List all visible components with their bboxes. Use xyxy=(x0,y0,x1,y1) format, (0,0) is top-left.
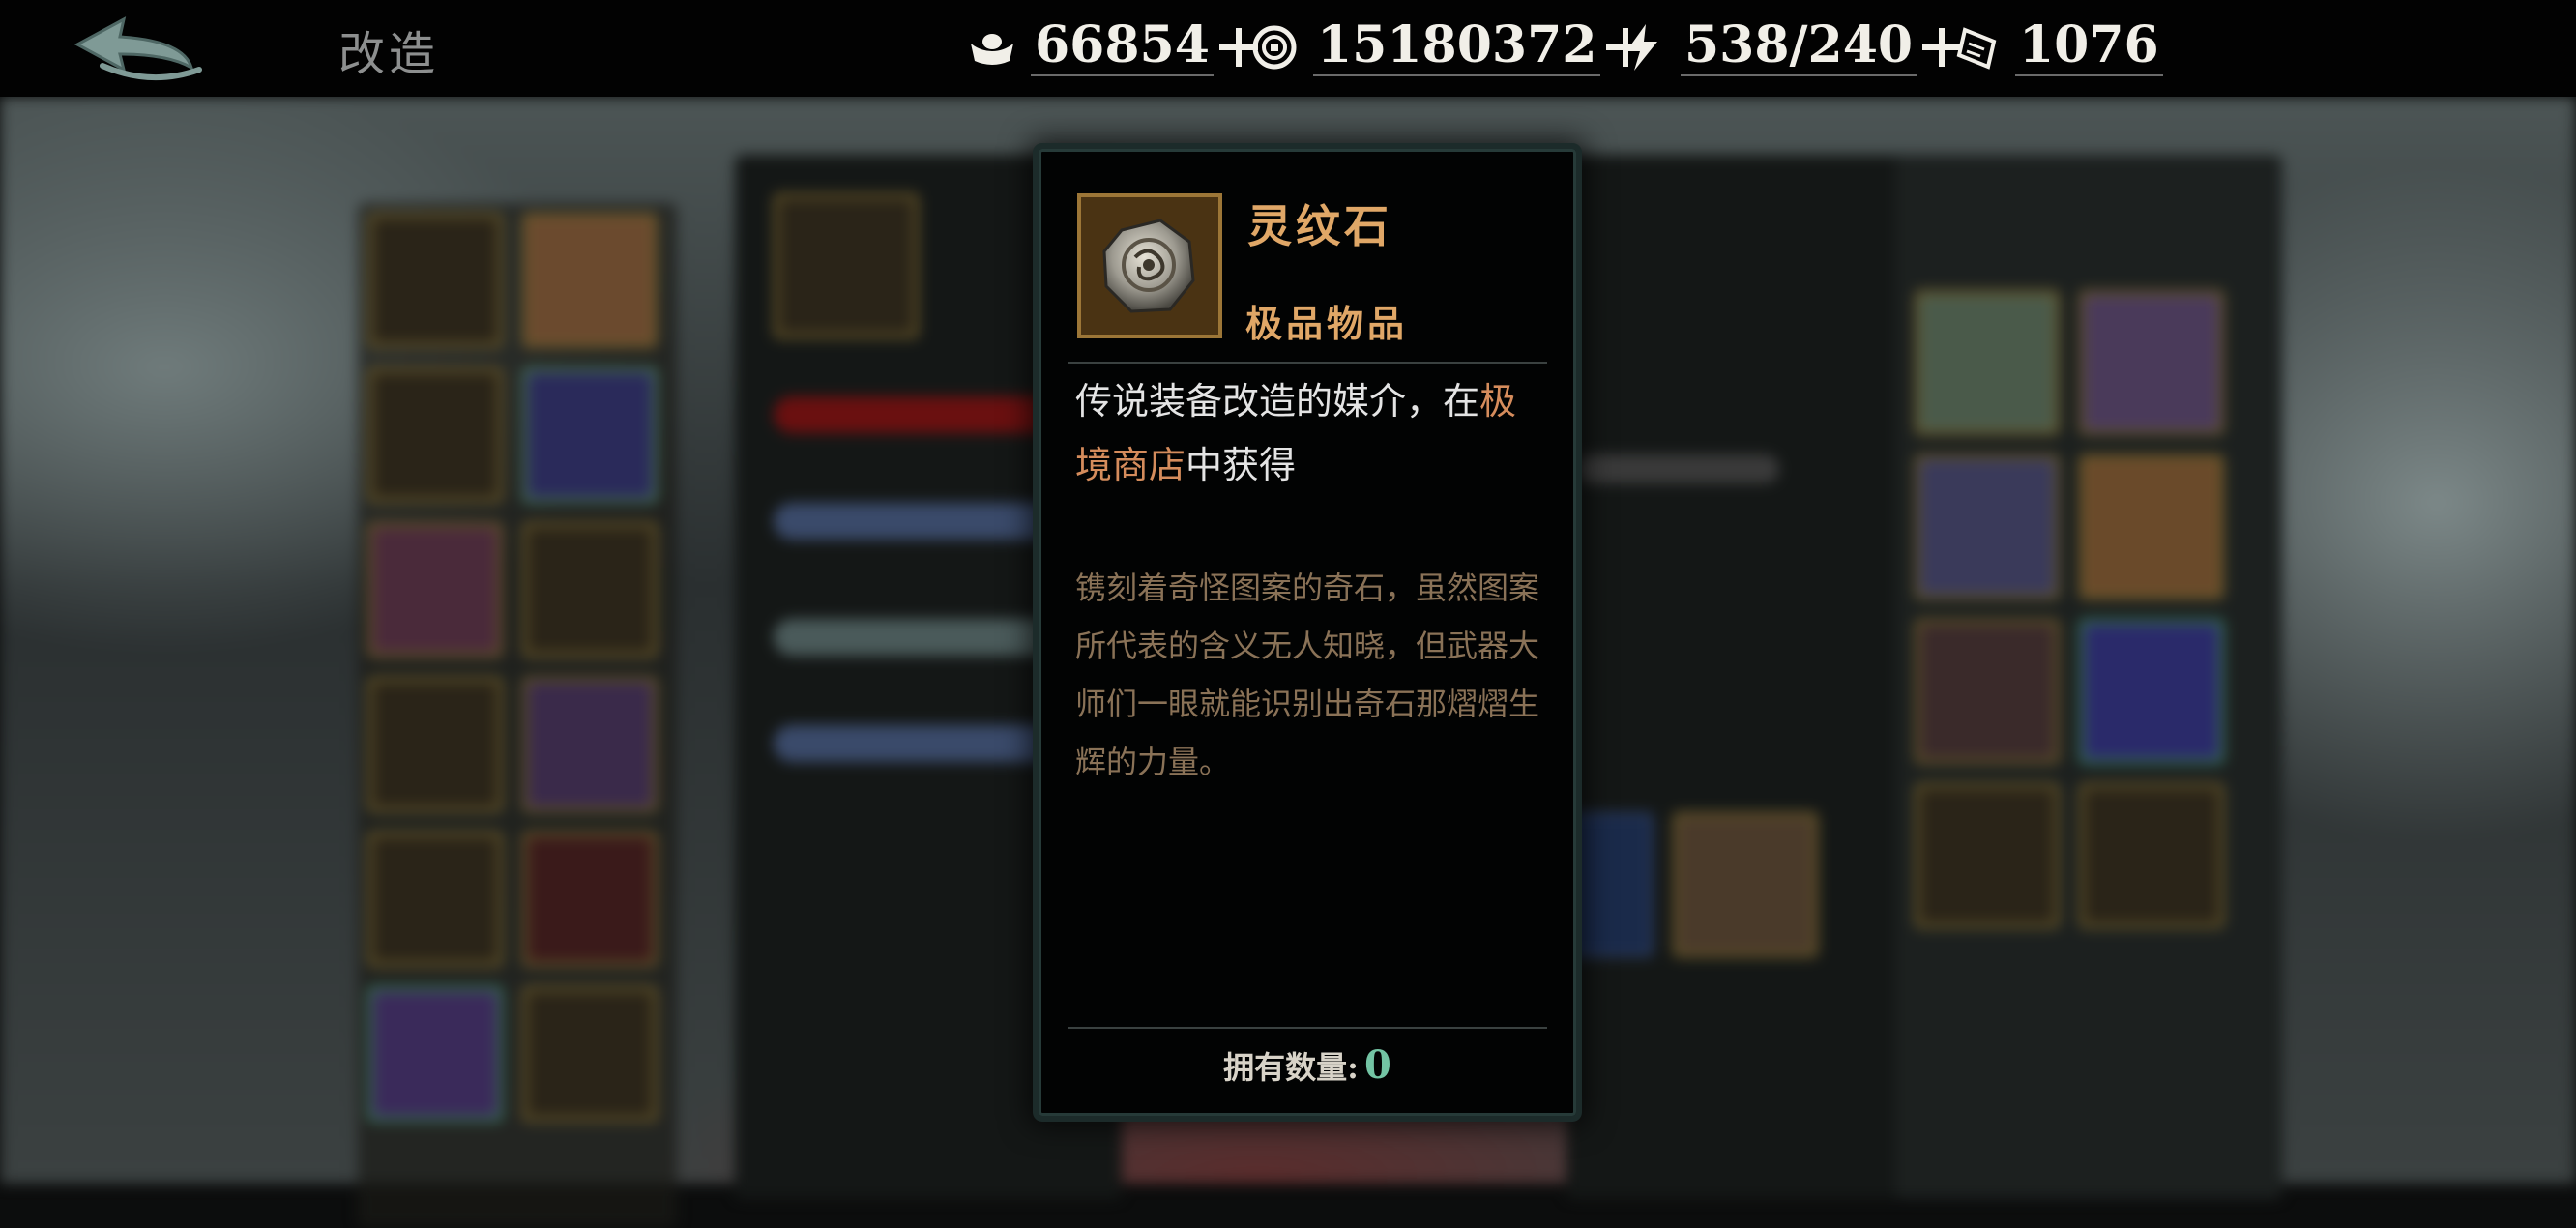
coin-resource: 15180372 xyxy=(1249,17,1647,77)
equip-slot xyxy=(1915,454,2060,599)
progress-bar xyxy=(1576,454,1779,483)
coin-icon xyxy=(1249,22,1300,73)
inventory-slot xyxy=(367,832,503,967)
inventory-slot xyxy=(522,213,658,348)
page-title: 改造 xyxy=(338,27,440,81)
equip-slot xyxy=(2079,454,2224,599)
inventory-slot xyxy=(522,367,658,503)
ingot-resource: 66854 xyxy=(967,17,1260,77)
description-text: 传说装备改造的媒介，在 xyxy=(1075,380,1480,423)
back-arrow-icon[interactable] xyxy=(64,12,209,87)
quantity-value: 0 xyxy=(1363,1042,1391,1088)
ticket-amount: 1076 xyxy=(2015,18,2163,76)
footer-divider xyxy=(1068,1027,1547,1029)
inventory-slot xyxy=(367,986,503,1122)
inventory-slot xyxy=(522,522,658,658)
stamina-amount: 538/240 xyxy=(1681,18,1917,76)
top-bar: 改造 66854 15180372 538/240 1076 xyxy=(0,0,2576,97)
equip-slot xyxy=(1915,290,2060,435)
lightning-icon xyxy=(1617,22,1667,73)
item-icon-frame xyxy=(1077,193,1222,338)
inventory-slot xyxy=(522,832,658,967)
ingot-amount: 66854 xyxy=(1031,18,1214,76)
equip-slot xyxy=(2079,783,2224,928)
quantity-row: 拥有数量: 0 xyxy=(1039,1042,1576,1088)
ingot-icon xyxy=(967,22,1017,73)
equip-slot xyxy=(1915,783,2060,928)
spirit-stone-icon xyxy=(1102,219,1195,313)
material-slot xyxy=(1566,812,1654,957)
modify-panel-bg xyxy=(1566,155,1915,1199)
inventory-slot xyxy=(367,213,503,348)
inventory-slot xyxy=(367,367,503,503)
item-description: 传说装备改造的媒介，在极境商店中获得 xyxy=(1075,369,1549,497)
item-name: 灵纹石 xyxy=(1247,200,1392,252)
inventory-slot xyxy=(522,677,658,812)
ticket-icon xyxy=(1951,22,2002,73)
stamina-resource: 538/240 xyxy=(1617,17,1963,77)
coin-amount: 15180372 xyxy=(1313,18,1601,76)
material-slot xyxy=(1673,812,1818,957)
inventory-slot xyxy=(367,522,503,658)
equipment-slot xyxy=(774,193,919,338)
item-lore: 镌刻着奇怪图案的奇石，虽然图案所代表的含义无人知晓，但武器大师们一眼就能识别出奇… xyxy=(1075,570,1540,780)
equip-slot xyxy=(1915,619,2060,764)
equip-slot xyxy=(2079,619,2224,764)
inventory-slot xyxy=(522,986,658,1122)
inventory-slot xyxy=(367,677,503,812)
item-rarity: 极品物品 xyxy=(1245,302,1409,345)
header-divider xyxy=(1068,362,1547,364)
item-tooltip: 灵纹石 极品物品 传说装备改造的媒介，在极境商店中获得 镌刻着奇怪图案的奇石，虽… xyxy=(1039,149,1576,1116)
equip-slot xyxy=(2079,290,2224,435)
quantity-label: 拥有数量: xyxy=(1223,1049,1359,1086)
description-text: 中获得 xyxy=(1186,444,1297,486)
ticket-resource: 1076 xyxy=(1951,17,2163,77)
